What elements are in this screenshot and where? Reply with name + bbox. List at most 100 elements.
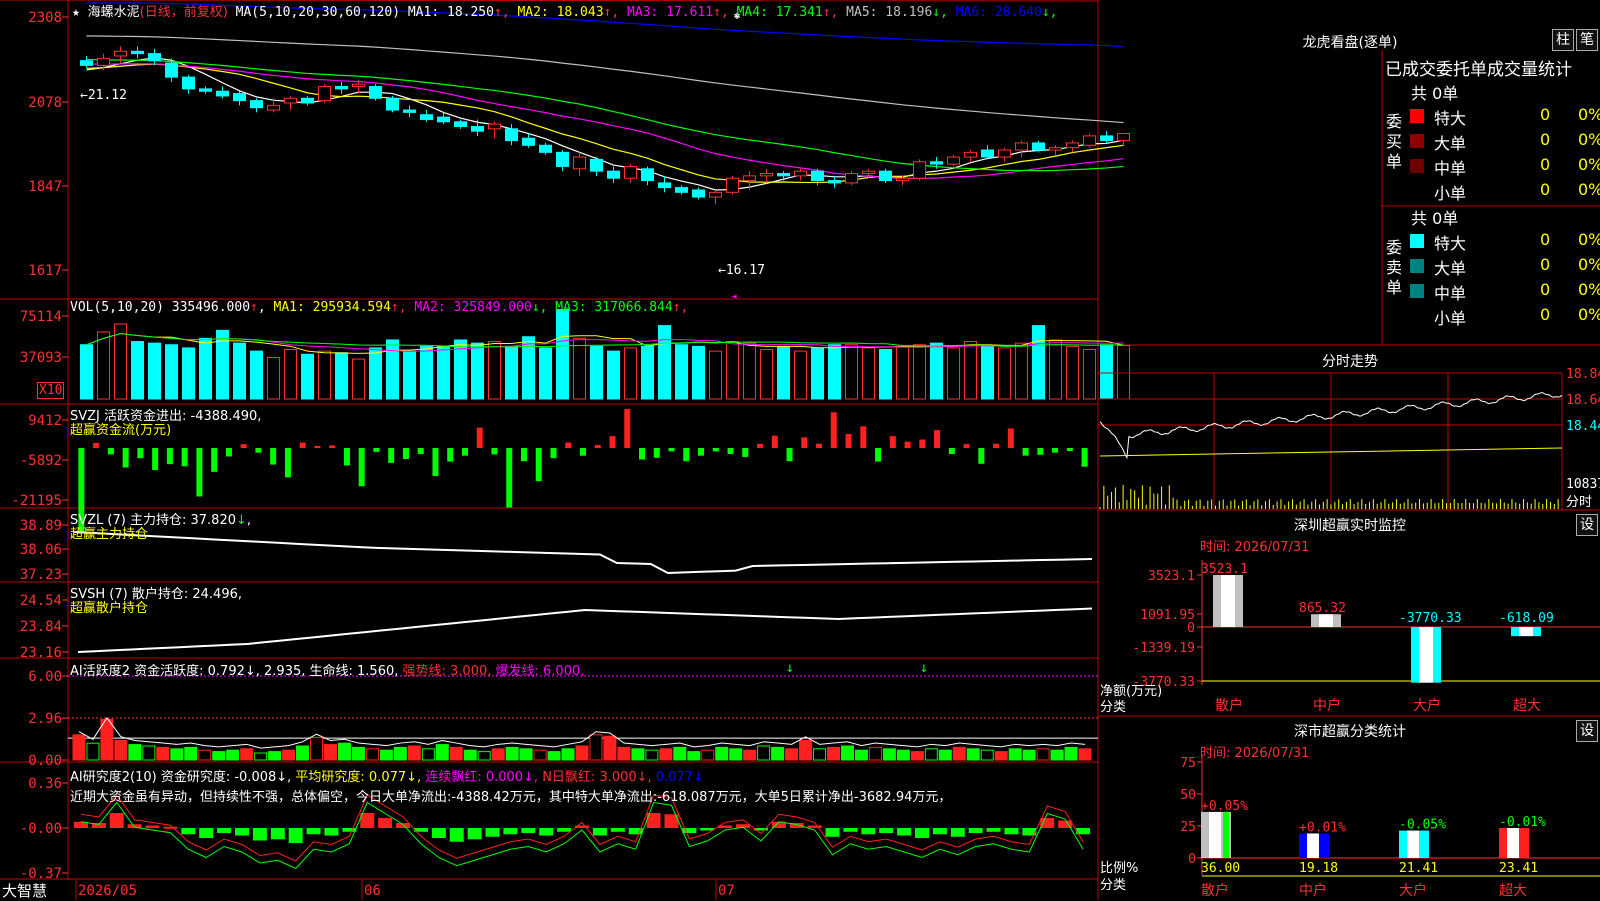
research-bar — [950, 828, 965, 837]
fund-flow-bar — [181, 448, 188, 467]
fund-flow-bar — [771, 435, 778, 448]
fund-flow-bar — [786, 448, 793, 462]
activity-bar — [1022, 749, 1036, 761]
activity-bar — [631, 748, 645, 761]
indicator-item: MA4: 17.341 — [736, 5, 823, 20]
candle — [437, 116, 450, 123]
volume-bar — [80, 344, 93, 400]
indicator-item: 连续飘红: 0.000↓, — [425, 770, 543, 785]
activity-bar — [868, 746, 882, 761]
intraday-y-label: 18.64 — [1566, 393, 1600, 408]
y-tick-label: -0.00 — [20, 821, 62, 837]
candle — [794, 170, 807, 177]
fund-flow-bar — [211, 448, 218, 472]
indicator-item: MA5: 18.196 — [846, 5, 933, 20]
y-tick-label: 24.54 — [20, 593, 62, 609]
fund-flow-bar — [535, 448, 542, 482]
buy-total: 共 0单 — [1411, 84, 1459, 103]
tab-bar-chart[interactable]: 柱 — [1552, 29, 1574, 51]
volume-bar — [760, 349, 773, 400]
volume-bar — [318, 350, 331, 400]
volume-bar — [199, 337, 212, 400]
candle — [879, 170, 892, 182]
research-bar — [879, 828, 894, 833]
volume-bar — [590, 345, 603, 400]
activity-bar — [743, 749, 757, 761]
intraday-title: 分时走势 — [1322, 354, 1378, 370]
indicator-item: MA6: 20.640 — [955, 5, 1042, 20]
volume-bar — [352, 358, 365, 400]
research-bar — [932, 828, 947, 835]
candle — [845, 173, 858, 184]
activity-bar — [337, 742, 351, 761]
fund-flow-bar — [698, 448, 705, 456]
order-type: 小单 — [1434, 184, 1467, 203]
activity-bar — [938, 749, 952, 761]
volume-bar — [182, 347, 195, 400]
tab-tick-list[interactable]: 笔 — [1576, 29, 1598, 51]
volume-bar — [369, 347, 382, 400]
candle — [505, 128, 518, 142]
stats-value-label: 36.00 — [1201, 861, 1240, 876]
fund-flow-bar — [653, 448, 660, 458]
research-bar — [396, 823, 411, 828]
research-bar — [449, 828, 464, 842]
candle — [777, 173, 790, 177]
candle — [233, 93, 246, 102]
candle — [284, 97, 297, 104]
research-bar — [378, 818, 393, 828]
color-swatch — [1410, 234, 1424, 248]
fund-flow-bar — [668, 448, 675, 452]
app-logo: 大智慧 — [2, 882, 48, 900]
vol-value: 335496.000 — [171, 300, 251, 315]
indicator-item: 生命线: 1.560, — [309, 664, 403, 679]
volume-bar — [267, 357, 280, 400]
candle — [1032, 142, 1045, 151]
research-bar — [986, 828, 1001, 832]
fund-flow-bar — [993, 443, 1000, 448]
monitor-time: 时间: 2026/07/31 — [1200, 540, 1310, 555]
chart-area[interactable]: 2026/05 06 07 2308 2078 1847 1617 ←21.12 ←16.17… — [0, 0, 1600, 900]
activity-bar — [421, 748, 435, 761]
volume-bar — [913, 344, 926, 400]
fund-flow-bar — [284, 448, 291, 478]
stats-settings-button[interactable]: 设 — [1576, 720, 1598, 742]
fund-flow-bar — [816, 443, 823, 448]
ai2-header: AI研究度2(10) 资金研究度: -0.008↓, 平均研究度: 0.077↓… — [70, 766, 704, 785]
activity-bar — [212, 751, 226, 761]
star-icon[interactable]: ★ — [72, 5, 80, 20]
fund-flow-bar — [225, 448, 232, 457]
period-label: (日线，前复权) — [139, 5, 228, 20]
indicator-item: -0.008↓, — [234, 770, 296, 785]
activity-bar — [924, 748, 938, 761]
y-tick-label: 2.96 — [28, 711, 62, 727]
green-line — [80, 801, 1084, 870]
buy-side-label: 委买单 — [1386, 112, 1403, 171]
activity-bar — [673, 746, 687, 761]
candle — [1117, 133, 1130, 142]
volume-bar — [97, 331, 110, 400]
candle — [420, 114, 433, 120]
fund-flow-bar — [93, 442, 100, 448]
research-bar — [1004, 828, 1019, 835]
stats-bar-group — [1499, 828, 1529, 858]
volume-bar — [1015, 342, 1028, 400]
monitor-settings-button[interactable]: 设 — [1576, 514, 1598, 536]
volume-bar — [301, 353, 314, 400]
activity-bar — [86, 742, 100, 761]
volume-bar — [879, 349, 892, 400]
indicator-item: MA1: 18.250 — [407, 5, 494, 20]
activity-bar — [1008, 748, 1022, 761]
activity-bar — [896, 749, 910, 761]
research-bar — [360, 813, 375, 828]
monitor-title: 深圳超赢实时监控 — [1294, 518, 1406, 534]
monitor-category-label: 散户 — [1215, 697, 1243, 714]
indicator-item: MA3: 317066.844 — [555, 300, 673, 315]
research-bar — [217, 828, 232, 833]
volume-bar — [420, 345, 433, 400]
candle — [522, 137, 535, 146]
candle — [488, 123, 501, 130]
candle — [131, 50, 144, 55]
candle — [709, 191, 722, 198]
right-panels: 18.8418.6418.4410837分时3523.11091.950-133… — [1098, 367, 1600, 899]
